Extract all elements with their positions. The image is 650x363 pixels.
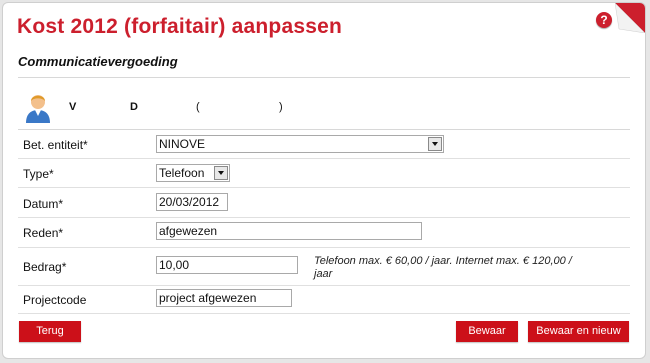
type-value: Telefoon <box>159 166 205 180</box>
reason-input[interactable]: afgewezen <box>156 222 422 240</box>
entity-value: NINOVE <box>159 137 206 151</box>
type-label: Type* <box>23 167 54 181</box>
entity-select[interactable]: NINOVE <box>156 135 444 153</box>
save-and-new-button[interactable]: Bewaar en nieuw <box>528 321 629 342</box>
project-label: Projectcode <box>23 293 87 307</box>
date-input[interactable]: 20/03/2012 <box>156 193 228 211</box>
section-subtitle: Communicatievergoeding <box>18 54 178 69</box>
paren-close: ) <box>279 101 283 113</box>
date-label: Datum* <box>23 197 64 211</box>
save-button[interactable]: Bewaar <box>456 321 518 342</box>
project-input[interactable]: project afgewezen <box>156 289 292 307</box>
dialog-card: Kost 2012 (forfaitair) aanpassen ? Commu… <box>2 2 646 359</box>
amount-hint: Telefoon max. € 60,00 / jaar. Internet m… <box>314 255 572 280</box>
user-initial-first: V <box>69 101 77 113</box>
entity-label: Bet. entiteit* <box>23 138 88 152</box>
help-icon[interactable]: ? <box>596 12 612 28</box>
chevron-down-icon[interactable] <box>428 137 442 151</box>
page-title: Kost 2012 (forfaitair) aanpassen <box>17 15 343 38</box>
user-avatar-icon <box>26 95 50 123</box>
back-button[interactable]: Terug <box>19 321 81 342</box>
form-row-project <box>18 285 630 314</box>
form-row-type <box>18 158 630 188</box>
chevron-down-icon[interactable] <box>214 166 228 180</box>
form-row-date <box>18 187 630 218</box>
paren-open: ( <box>196 101 200 113</box>
page-curl-icon <box>615 3 645 33</box>
amount-label: Bedrag* <box>23 260 67 274</box>
user-initial-last: D <box>130 101 138 113</box>
divider <box>18 77 630 78</box>
amount-input[interactable]: 10,00 <box>156 256 298 274</box>
type-select[interactable]: Telefoon <box>156 164 230 182</box>
reason-label: Reden* <box>23 226 64 240</box>
